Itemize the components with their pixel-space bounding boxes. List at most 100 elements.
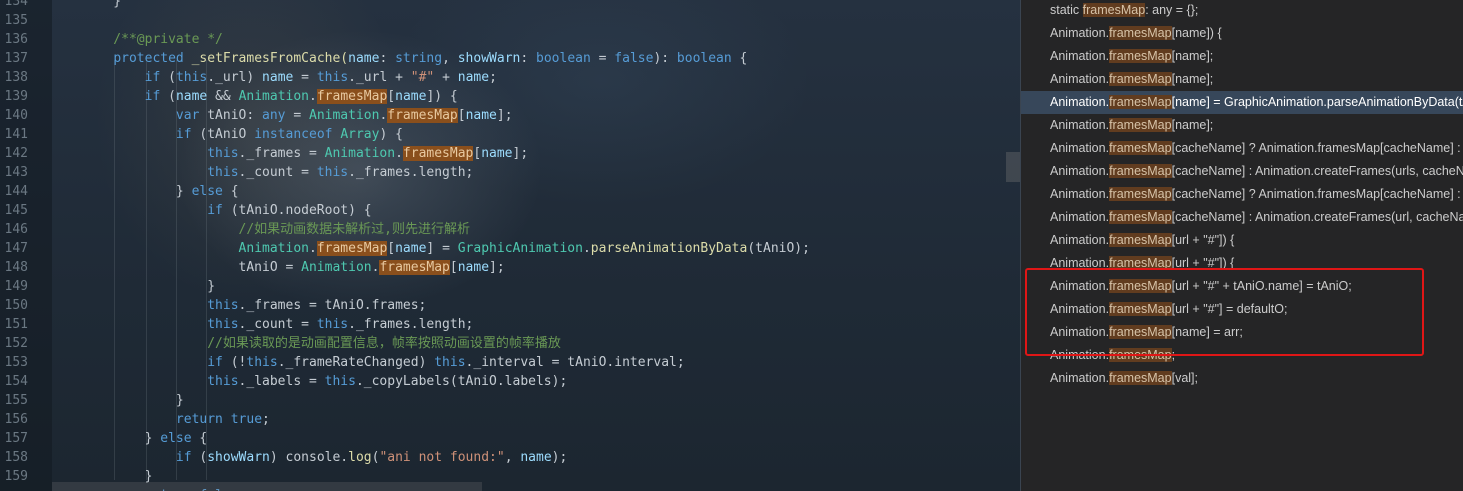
code-line[interactable]: if (this._url) name = this._url + "#" + … bbox=[82, 68, 497, 87]
code-token: name bbox=[262, 70, 294, 85]
code-editor[interactable]: } /**@private */ protected _setFramesFro… bbox=[52, 0, 1020, 491]
code-line[interactable]: protected _setFramesFromCache(name: stri… bbox=[82, 49, 747, 68]
code-line[interactable]: var tAniO: any = Animation.framesMap[nam… bbox=[82, 106, 513, 125]
code-line[interactable]: } bbox=[82, 0, 121, 11]
code-token: ._frames = tAniO.frames; bbox=[238, 298, 427, 313]
line-number-gutter: 134 135 136 137 138 139 140 141 142 143 144 145 146 1… bbox=[0, 0, 52, 491]
code-line[interactable]: this._count = this._frames.length; bbox=[82, 315, 473, 334]
line-number: 147 bbox=[4, 241, 28, 256]
code-token: ): bbox=[653, 51, 677, 66]
line-number: 157 bbox=[4, 431, 28, 446]
code-line[interactable]: //如果读取的是动画配置信息，帧率按照动画设置的帧率播放 bbox=[82, 334, 561, 353]
code-token: (tAniO.nodeRoot) { bbox=[222, 203, 372, 218]
horizontal-scrollbar[interactable] bbox=[52, 482, 482, 491]
match-highlight: framesMap bbox=[1109, 210, 1172, 224]
reference-text: [cacheName] ? Animation.framesMap[cacheN… bbox=[1171, 187, 1463, 201]
reference-text: Animation. bbox=[1050, 164, 1110, 178]
code-line[interactable]: return true; bbox=[82, 410, 270, 429]
reference-text: [name]; bbox=[1171, 49, 1214, 63]
code-line[interactable]: } else { bbox=[82, 182, 239, 201]
code-line[interactable]: } bbox=[82, 391, 184, 410]
code-token: this bbox=[207, 146, 239, 161]
code-line[interactable]: this._labels = this._copyLabels(tAniO.la… bbox=[82, 372, 567, 391]
code-token: ]; bbox=[489, 260, 505, 275]
code-line[interactable]: } bbox=[82, 277, 215, 296]
reference-item[interactable]: Animation.framesMap[cacheName] ? Animati… bbox=[1050, 137, 1463, 160]
reference-item[interactable]: static framesMap: any = {}; bbox=[1050, 0, 1198, 22]
reference-text: Animation. bbox=[1050, 233, 1110, 247]
reference-item[interactable]: Animation.framesMap[val]; bbox=[1050, 367, 1198, 390]
code-token: , bbox=[442, 51, 458, 66]
editor-scrollbar-thumb[interactable] bbox=[1006, 152, 1020, 182]
code-token: if bbox=[207, 203, 223, 218]
reference-item[interactable]: Animation.framesMap[name]; bbox=[1050, 114, 1213, 137]
match-highlight: framesMap bbox=[1109, 118, 1172, 132]
code-token: { bbox=[191, 431, 208, 446]
reference-item[interactable]: Animation.framesMap[cacheName] ? Animati… bbox=[1050, 183, 1463, 206]
code-line[interactable]: //如果动画数据未解析过,则先进行解析 bbox=[82, 220, 470, 239]
code-token: tAniO = bbox=[82, 260, 302, 275]
code-line[interactable]: this._frames = tAniO.frames; bbox=[82, 296, 426, 315]
reference-text: Animation. bbox=[1050, 141, 1110, 155]
code-token: if bbox=[207, 355, 223, 370]
highlighted-token: framesMap bbox=[379, 260, 450, 275]
code-line[interactable]: if (tAniO instanceof Array) { bbox=[82, 125, 403, 144]
highlighted-token: framesMap bbox=[402, 146, 474, 161]
line-number: 141 bbox=[4, 127, 28, 142]
code-token: parseAnimationByData bbox=[590, 241, 748, 256]
line-number: 148 bbox=[4, 260, 28, 275]
reference-text: [name]) { bbox=[1171, 26, 1222, 40]
code-token: showWarn bbox=[207, 450, 270, 465]
code-token: { bbox=[222, 184, 239, 199]
code-token: . bbox=[309, 89, 317, 104]
code-line[interactable]: tAniO = Animation.framesMap[name]; bbox=[82, 258, 505, 277]
reference-item[interactable]: Animation.framesMap[name]; bbox=[1050, 68, 1213, 91]
reference-item[interactable]: Animation.framesMap[cacheName] : Animati… bbox=[1050, 160, 1463, 183]
code-token: Animation bbox=[238, 89, 310, 104]
reference-text: [name]; bbox=[1171, 72, 1214, 86]
code-line[interactable]: Animation.framesMap[name] = GraphicAnima… bbox=[82, 239, 810, 258]
code-token: = bbox=[285, 108, 309, 123]
code-token: Animation bbox=[238, 241, 309, 256]
highlighted-token: framesMap bbox=[387, 108, 458, 123]
code-token: ]) { bbox=[426, 89, 458, 104]
code-token: /**@private */ bbox=[82, 32, 223, 47]
code-token: ( bbox=[160, 70, 176, 85]
code-line[interactable]: this._frames = Animation.framesMap[name]… bbox=[82, 144, 528, 163]
code-line[interactable]: /**@private */ bbox=[82, 30, 223, 49]
code-token: boolean bbox=[676, 51, 732, 66]
line-number: 138 bbox=[4, 70, 28, 85]
reference-item[interactable]: Animation.framesMap[cacheName] : Animati… bbox=[1050, 206, 1463, 229]
reference-item[interactable]: Animation.framesMap[url + "#"]) { bbox=[1050, 229, 1234, 252]
code-line[interactable]: if (tAniO.nodeRoot) { bbox=[82, 201, 372, 220]
code-token: boolean bbox=[536, 51, 591, 66]
reference-text: [url + "#"]) { bbox=[1171, 233, 1235, 247]
code-line[interactable]: if (showWarn) console.log("ani not found… bbox=[82, 448, 567, 467]
code-token: ._labels = bbox=[238, 374, 325, 389]
code-token: ._count = bbox=[238, 317, 317, 332]
reference-item[interactable]: Animation.framesMap[name]; bbox=[1050, 45, 1213, 68]
code-token: ); bbox=[551, 450, 568, 465]
code-token: Animation bbox=[309, 108, 380, 123]
code-token: ._url) bbox=[207, 70, 263, 85]
annotation-box bbox=[1025, 268, 1424, 356]
code-token: log bbox=[348, 450, 372, 465]
reference-item[interactable]: Animation.framesMap[name] = GraphicAnima… bbox=[1050, 91, 1463, 114]
code-token: (tAniO bbox=[191, 127, 255, 142]
code-token: (tAniO); bbox=[747, 241, 810, 256]
code-token: this bbox=[207, 374, 239, 389]
code-token: . bbox=[582, 241, 591, 256]
code-line[interactable]: this._count = this._frames.length; bbox=[82, 163, 473, 182]
code-line[interactable]: } else { bbox=[82, 429, 208, 448]
code-token: name bbox=[481, 146, 513, 161]
reference-item[interactable]: Animation.framesMap[name]) { bbox=[1050, 22, 1222, 45]
line-number: 142 bbox=[4, 146, 28, 161]
code-token: false bbox=[614, 51, 654, 66]
code-token: ._frames = bbox=[238, 146, 325, 161]
code-token: . bbox=[309, 241, 317, 256]
code-line[interactable]: if (name && Animation.framesMap[name]) { bbox=[82, 87, 458, 106]
code-line[interactable]: if (!this._frameRateChanged) this._inter… bbox=[82, 353, 684, 372]
